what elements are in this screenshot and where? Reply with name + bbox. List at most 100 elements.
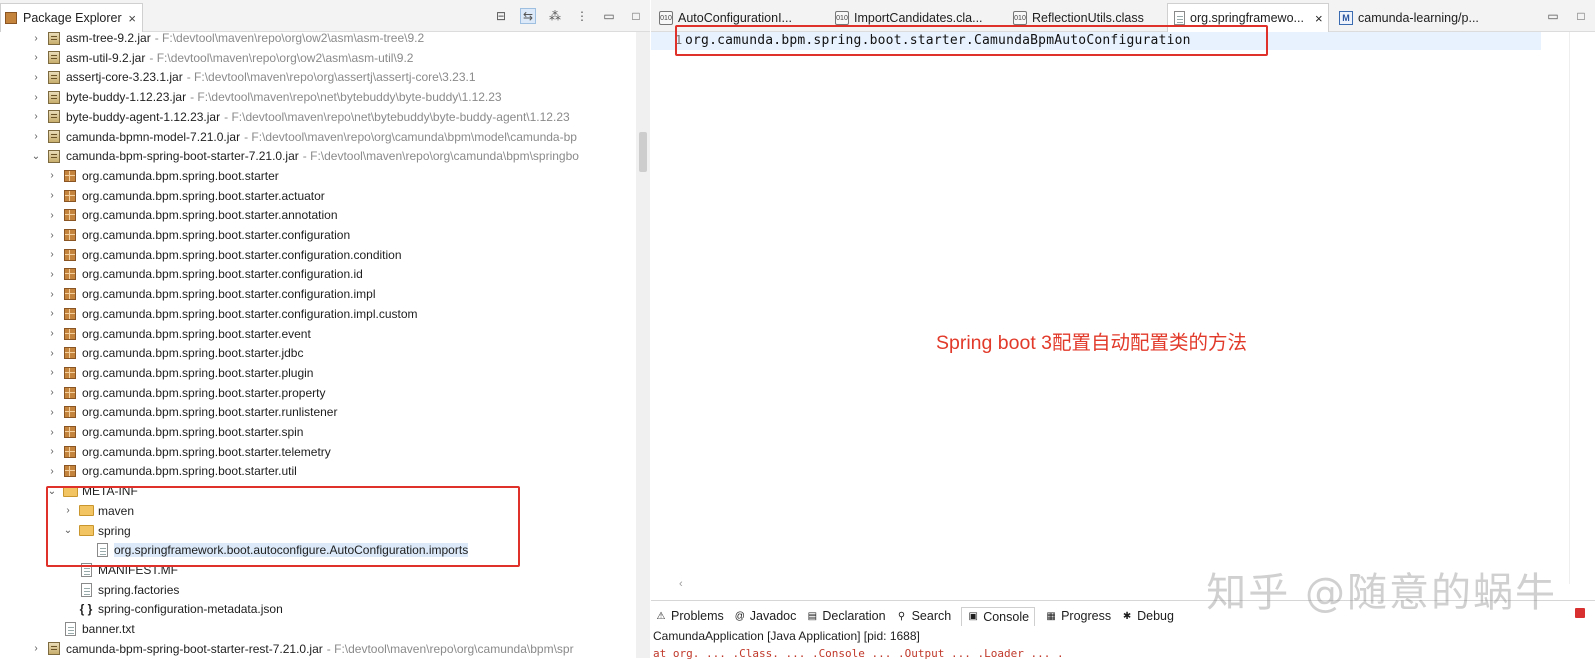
- expand-chevron-icon[interactable]: ›: [46, 427, 58, 438]
- expand-chevron-icon[interactable]: ›: [30, 643, 42, 654]
- expand-chevron-icon[interactable]: ›: [46, 190, 58, 201]
- editor-vertical-scrollbar[interactable]: [1569, 32, 1595, 584]
- tree-item-label: asm-tree-9.2.jar: [66, 32, 151, 45]
- terminate-icon[interactable]: [1575, 608, 1585, 618]
- link-with-editor-icon[interactable]: ⇆: [520, 8, 536, 24]
- debug-icon: ✱: [1122, 610, 1132, 622]
- tree-row[interactable]: › org.camunda.bpm.spring.boot.starter.eve…: [0, 324, 636, 344]
- tree-row[interactable]: › org.camunda.bpm.spring.boot.starter.ann…: [0, 205, 636, 225]
- jar-icon: [46, 109, 62, 125]
- expand-chevron-icon[interactable]: ›: [46, 466, 58, 477]
- package-icon: [62, 365, 78, 381]
- tab-console[interactable]: ▣ Console: [961, 606, 1036, 626]
- minimize-icon[interactable]: ▭: [601, 8, 617, 24]
- editor-tab-label: org.springframewo...: [1190, 11, 1304, 25]
- expand-chevron-icon[interactable]: ›: [46, 387, 58, 398]
- tree-row[interactable]: › org.camunda.bpm.spring.boot.starter.con…: [0, 284, 636, 304]
- editor-controls: ▭ □: [1545, 8, 1589, 24]
- tree-row[interactable]: › org.camunda.bpm.spring.boot.starter.pro…: [0, 383, 636, 403]
- expand-chevron-icon[interactable]: ›: [30, 92, 42, 103]
- tree-row[interactable]: banner.txt: [0, 619, 636, 639]
- close-icon[interactable]: ×: [1315, 11, 1323, 26]
- tree-row[interactable]: › org.camunda.bpm.spring.boot.starter.jdb…: [0, 343, 636, 363]
- tree-scrollbar-thumb[interactable]: [639, 132, 647, 172]
- tree-item-path: - F:\devtool\maven\repo\org\camunda\bpm\…: [326, 641, 574, 656]
- tree-item-label: org.camunda.bpm.spring.boot.starter.conf…: [82, 287, 376, 302]
- tree-row[interactable]: › org.camunda.bpm.spring.boot.starter.uti…: [0, 461, 636, 481]
- maximize-icon[interactable]: □: [1573, 8, 1589, 24]
- tree-row[interactable]: ⌄ camunda-bpm-spring-boot-starter-7.21.0.…: [0, 146, 636, 166]
- package-explorer-tab[interactable]: Package Explorer ×: [0, 3, 143, 32]
- tab-declaration[interactable]: ▤ Declaration: [806, 609, 886, 623]
- tab-search[interactable]: ⚲ Search: [896, 609, 951, 623]
- tree-row[interactable]: › org.camunda.bpm.spring.boot.starter.con…: [0, 225, 636, 245]
- collapse-all-icon[interactable]: ⊟: [493, 8, 509, 24]
- tree-row[interactable]: › org.camunda.bpm.spring.boot.starter.plu…: [0, 363, 636, 383]
- tab-problems[interactable]: ⚠ Problems: [655, 609, 724, 623]
- tree-row[interactable]: › org.camunda.bpm.spring.boot.starter.tel…: [0, 442, 636, 462]
- bottom-tab-label: Declaration: [822, 609, 886, 623]
- tab-progress[interactable]: ▦ Progress: [1045, 609, 1111, 623]
- expand-chevron-icon[interactable]: ›: [46, 367, 58, 378]
- tree-item-path: - F:\devtool\maven\repo\org\assertj\asse…: [186, 70, 476, 85]
- tree-item-label: asm-util-9.2.jar: [66, 50, 146, 65]
- tree-item-label: spring.factories: [98, 582, 180, 597]
- tree-row[interactable]: › assertj-core-3.23.1.jar - F:\devtool\mav…: [0, 67, 636, 87]
- package-icon: [62, 227, 78, 243]
- expand-chevron-icon[interactable]: ›: [30, 111, 42, 122]
- tree-row[interactable]: › org.camunda.bpm.spring.boot.starter.run…: [0, 402, 636, 422]
- tree-row[interactable]: › camunda-bpm-spring-boot-starter-rest-7.…: [0, 639, 636, 658]
- expand-chevron-icon[interactable]: ›: [30, 131, 42, 142]
- expand-chevron-icon[interactable]: ›: [30, 33, 42, 44]
- watermark: 知乎 @随意的蜗牛: [1206, 570, 1557, 616]
- maximize-icon[interactable]: □: [628, 8, 644, 24]
- tree-row[interactable]: › org.camunda.bpm.spring.boot.starter.spi…: [0, 422, 636, 442]
- jar-icon: [46, 69, 62, 85]
- filters-icon[interactable]: ⁂: [547, 8, 563, 24]
- jar-icon: [46, 32, 62, 46]
- tree-row[interactable]: › org.camunda.bpm.spring.boot.starter: [0, 166, 636, 186]
- tree-row[interactable]: › org.camunda.bpm.spring.boot.starter.con…: [0, 245, 636, 265]
- expand-chevron-icon[interactable]: ›: [30, 72, 42, 83]
- tree-item-path: - F:\devtool\maven\repo\org\camunda\bpm\…: [302, 149, 579, 164]
- expand-chevron-icon[interactable]: ›: [30, 52, 42, 63]
- editor-tab-label: camunda-learning/p...: [1358, 11, 1479, 25]
- collapse-chevron-icon[interactable]: ⌄: [30, 151, 42, 162]
- expand-chevron-icon[interactable]: ›: [46, 210, 58, 221]
- expand-chevron-icon[interactable]: ›: [46, 230, 58, 241]
- expand-chevron-icon[interactable]: ›: [46, 289, 58, 300]
- tree-row[interactable]: › org.camunda.bpm.spring.boot.starter.act…: [0, 186, 636, 206]
- tree-row[interactable]: › org.camunda.bpm.spring.boot.starter.con…: [0, 264, 636, 284]
- editor-tab[interactable]: Mcamunda-learning/p...: [1333, 5, 1513, 31]
- tree-row[interactable]: › asm-util-9.2.jar - F:\devtool\maven\repo…: [0, 48, 636, 68]
- expand-chevron-icon[interactable]: ›: [46, 269, 58, 280]
- editor-text-area[interactable]: 1 org.camunda.bpm.spring.boot.starter.Ca…: [651, 25, 1595, 600]
- scroll-left-icon[interactable]: ‹: [679, 578, 683, 590]
- expand-chevron-icon[interactable]: ›: [46, 249, 58, 260]
- tree-scrollbar[interactable]: [636, 32, 650, 658]
- tree-item-label: camunda-bpmn-model-7.21.0.jar: [66, 129, 241, 144]
- tree-row[interactable]: › asm-tree-9.2.jar - F:\devtool\maven\repo…: [0, 32, 636, 48]
- expand-chevron-icon[interactable]: ›: [46, 348, 58, 359]
- expand-chevron-icon[interactable]: ›: [46, 308, 58, 319]
- tree-row[interactable]: › byte-buddy-agent-1.12.23.jar - F:\devtoo…: [0, 107, 636, 127]
- tab-javadoc[interactable]: @ Javadoc: [734, 609, 797, 623]
- tree-row[interactable]: › byte-buddy-1.12.23.jar - F:\devtool\mave…: [0, 87, 636, 107]
- view-menu-icon[interactable]: ⋮: [574, 8, 590, 24]
- class-file-icon: 010: [659, 11, 673, 25]
- tree-row[interactable]: { } spring-configuration-metadata.json: [0, 599, 636, 619]
- tab-debug[interactable]: ✱ Debug: [1121, 609, 1174, 623]
- expand-chevron-icon[interactable]: ›: [46, 328, 58, 339]
- tree-row[interactable]: › camunda-bpmn-model-7.21.0.jar - F:\devto…: [0, 127, 636, 147]
- expand-chevron-icon[interactable]: ›: [46, 407, 58, 418]
- minimize-icon[interactable]: ▭: [1545, 8, 1561, 24]
- tree-item-label: org.camunda.bpm.spring.boot.starter.jdbc: [82, 346, 304, 361]
- package-icon: [62, 345, 78, 361]
- tree-row[interactable]: › org.camunda.bpm.spring.boot.starter.con…: [0, 304, 636, 324]
- tree-row[interactable]: spring.factories: [0, 580, 636, 600]
- close-icon[interactable]: ×: [128, 11, 136, 26]
- maven-pom-icon: M: [1339, 11, 1353, 25]
- expand-chevron-icon[interactable]: ›: [46, 170, 58, 181]
- expand-chevron-icon[interactable]: ›: [46, 446, 58, 457]
- tree-item-path: - F:\devtool\maven\repo\org\ow2\asm\asm-…: [154, 32, 425, 45]
